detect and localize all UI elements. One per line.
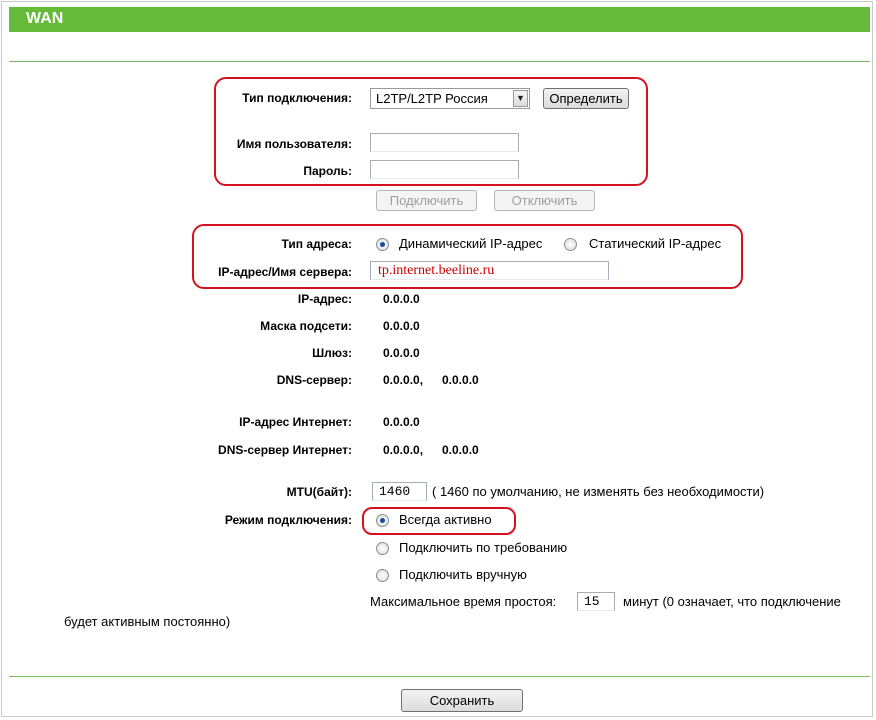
internet-dns-value-secondary: 0.0.0.0: [442, 443, 479, 457]
divider-top: [9, 61, 870, 62]
idle-time-hint-continued: будет активным постоянно): [64, 614, 231, 629]
gateway-value: 0.0.0.0: [383, 346, 420, 360]
mode-manual-label: Подключить вручную: [399, 567, 527, 582]
idle-time-hint: минут (0 означает, что подключение: [623, 594, 841, 609]
divider-bottom: [9, 676, 870, 677]
dns-value-secondary: 0.0.0.0: [442, 373, 479, 387]
ip-label: IP-адрес:: [297, 292, 352, 306]
mtu-field[interactable]: 1460: [372, 482, 427, 501]
save-button[interactable]: Сохранить: [401, 689, 523, 712]
internet-dns-value-primary: 0.0.0.0,: [383, 443, 424, 457]
idle-time-label: Максимальное время простоя:: [370, 594, 557, 609]
ip-value: 0.0.0.0: [383, 292, 420, 306]
connect-button[interactable]: Подключить: [376, 190, 477, 211]
mask-value: 0.0.0.0: [383, 319, 420, 333]
mode-label: Режим подключения:: [224, 513, 352, 527]
mode-manual-radio[interactable]: [376, 569, 389, 582]
highlight-address: [192, 224, 743, 289]
dns-label: DNS-сервер:: [276, 373, 352, 387]
dns-value-primary: 0.0.0.0,: [383, 373, 424, 387]
header-bar: WAN: [9, 7, 870, 32]
internet-ip-value: 0.0.0.0: [383, 415, 420, 429]
internet-ip-label: IP-адрес Интернет:: [239, 415, 352, 429]
internet-dns-label: DNS-сервер Интернет:: [218, 443, 352, 457]
highlight-mode: [362, 507, 516, 535]
mode-on-demand-radio[interactable]: [376, 542, 389, 555]
mtu-label: MTU(байт):: [286, 485, 352, 499]
disconnect-button[interactable]: Отключить: [494, 190, 595, 211]
page-title: WAN: [26, 10, 64, 27]
idle-time-field[interactable]: 15: [577, 592, 615, 611]
mask-label: Маска подсети:: [260, 319, 352, 333]
highlight-connection: [214, 77, 648, 186]
gateway-label: Шлюз:: [312, 346, 352, 360]
mode-on-demand-label: Подключить по требованию: [399, 540, 568, 555]
mtu-hint: ( 1460 по умолчанию, не изменять без нео…: [432, 484, 765, 499]
